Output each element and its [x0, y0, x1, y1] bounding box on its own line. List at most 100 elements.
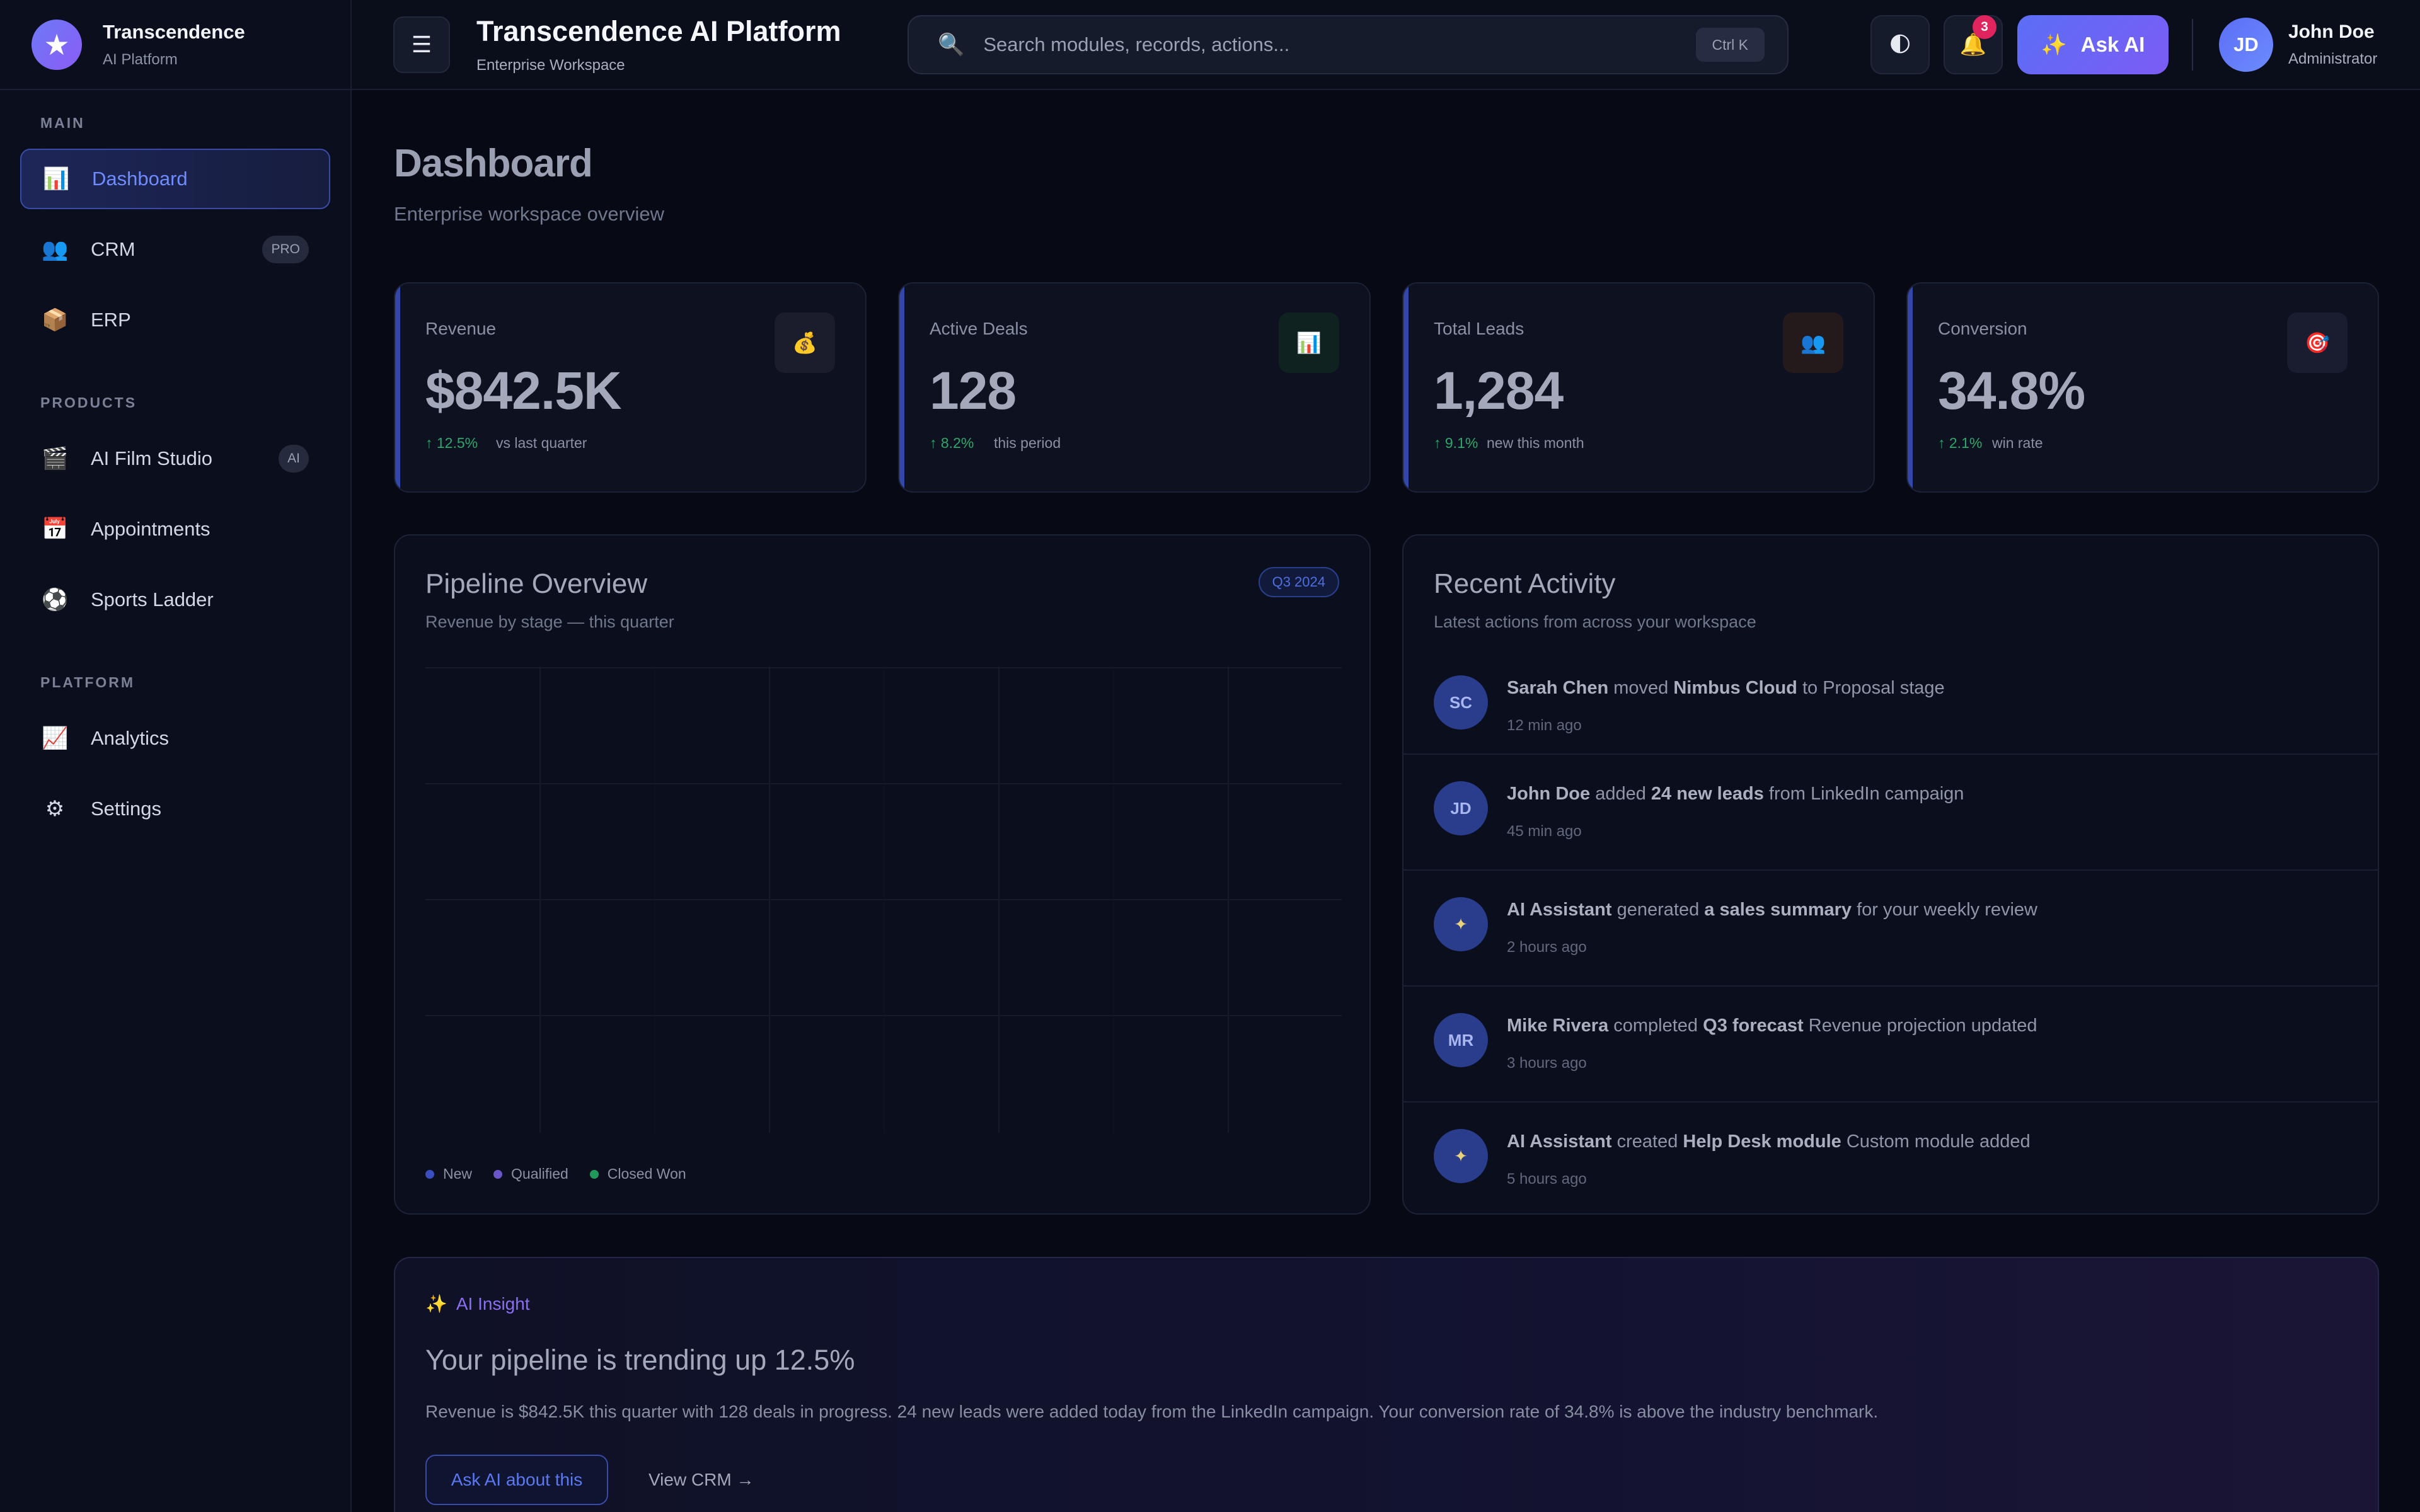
legend-item-closed-won[interactable]: Closed Won [589, 1166, 686, 1183]
target-icon: 🎯 [2287, 312, 2348, 373]
ai-badge: AI [279, 445, 309, 472]
sidebar-item-ai-film-studio[interactable]: 🎬 AI Film Studio AI [20, 428, 330, 489]
legend-item-qualified[interactable]: Qualified [493, 1166, 568, 1183]
legend-label: New [443, 1166, 473, 1182]
search-bar[interactable]: 🔍 Ctrl K [908, 15, 1789, 74]
kpi-card-total-leads[interactable]: Total Leads 1,284 ↑ 9.1% new this month … [1402, 282, 1875, 493]
brand[interactable]: ★ Transcendence AI Platform [0, 0, 350, 90]
kpi-card-conversion[interactable]: Conversion 34.8% ↑ 2.1% win rate 🎯 [1906, 282, 2379, 493]
activity-text: John Doe added 24 new leads from LinkedI… [1507, 784, 1964, 805]
kpi-note: win rate [1992, 435, 2043, 451]
avatar: SC [1434, 675, 1488, 730]
gear-icon: ⚙ [45, 797, 65, 821]
pipeline-chart [425, 667, 1342, 1133]
kpi-note: new this month [1487, 435, 1584, 451]
kpi-label: Total Leads [1434, 319, 1524, 338]
activity-item[interactable]: JD John Doe added 24 new leads from Link… [1403, 753, 2378, 869]
legend-swatch [589, 1169, 599, 1179]
insight-title: Your pipeline is trending up 12.5% [425, 1344, 855, 1376]
panel-subtitle: Latest actions from across your workspac… [1434, 612, 1756, 631]
activity-actor: Sarah Chen [1507, 678, 1609, 698]
brand-subtitle: AI Platform [103, 50, 178, 68]
sidebar-item-sports-ladder[interactable]: ⚽ Sports Ladder [20, 570, 330, 630]
activity-text: AI Assistant created Help Desk module Cu… [1507, 1131, 2031, 1152]
sparkle-icon: ✦ [1434, 1129, 1488, 1183]
avatar: MR [1434, 1013, 1488, 1067]
activity-item[interactable]: MR Mike Rivera completed Q3 forecast Rev… [1403, 985, 2378, 1101]
page-subtitle: Enterprise workspace overview [394, 203, 665, 225]
hamburger-icon: ☰ [411, 32, 432, 57]
calendar-icon: 📅 [42, 517, 69, 541]
sidebar-item-label: ERP [91, 309, 131, 331]
app-title: Transcendence AI Platform [476, 15, 841, 47]
sparkle-icon: ✨ [2041, 32, 2067, 56]
money-bag-icon: 💰 [775, 312, 835, 373]
sidebar-item-settings[interactable]: ⚙ Settings [20, 779, 330, 839]
sidebar-item-erp[interactable]: 📦 ERP [20, 290, 330, 350]
kpi-note: this period [994, 435, 1061, 451]
activity-actor: AI Assistant [1507, 900, 1612, 920]
page-title: Dashboard [394, 142, 593, 185]
kpi-card-revenue[interactable]: Revenue $842.5K ↑ 12.5% vs last quarter … [394, 282, 867, 493]
view-crm-link[interactable]: View CRM → [648, 1470, 754, 1490]
activity-verb: added [1595, 784, 1646, 804]
sidebar-item-dashboard[interactable]: 📊 Dashboard [20, 149, 330, 209]
kpi-value: 1,284 [1434, 361, 1564, 420]
activity-object: Q3 forecast [1703, 1016, 1804, 1036]
avatar: JD [1434, 781, 1488, 835]
ask-ai-label: Ask AI [2080, 33, 2145, 56]
sidebar-item-analytics[interactable]: 📈 Analytics [20, 708, 330, 769]
avatar: JD [2219, 18, 2273, 72]
activity-actor: Mike Rivera [1507, 1016, 1609, 1036]
activity-detail: from LinkedIn campaign [1768, 784, 1964, 804]
topbar: ☰ Transcendence AI Platform Enterprise W… [352, 0, 2420, 90]
sidebar-item-label: CRM [91, 238, 135, 260]
activity-verb: completed [1613, 1016, 1698, 1036]
kpi-delta: ↑ 9.1% [1434, 435, 1478, 451]
people-icon: 👥 [1783, 312, 1843, 373]
activity-item[interactable]: ✦ AI Assistant generated a sales summary… [1403, 869, 2378, 985]
legend-swatch [425, 1169, 434, 1179]
sidebar-item-label: Dashboard [92, 168, 188, 190]
activity-actor: John Doe [1507, 784, 1591, 804]
search-input[interactable] [983, 33, 1696, 56]
activity-text: Sarah Chen moved Nimbus Cloud to Proposa… [1507, 678, 1945, 699]
theme-toggle-button[interactable]: 🌓 [1870, 15, 1930, 74]
sparkle-icon: ✨ [425, 1294, 447, 1314]
kpi-card-active-deals[interactable]: Active Deals 128 ↑ 8.2% this period 📊 [898, 282, 1371, 493]
clapper-icon: 🎬 [42, 447, 69, 471]
activity-verb: created [1616, 1131, 1678, 1152]
activity-time: 12 min ago [1507, 717, 1582, 734]
sidebar-item-label: AI Film Studio [91, 447, 212, 469]
brand-name: Transcendence [103, 20, 245, 43]
sidebar-item-appointments[interactable]: 📅 Appointments [20, 499, 330, 559]
menu-toggle-button[interactable]: ☰ [393, 16, 450, 73]
kpi-value: 34.8% [1938, 361, 2085, 420]
activity-time: 2 hours ago [1507, 939, 1587, 956]
activity-time: 3 hours ago [1507, 1055, 1587, 1072]
nav-heading-main: MAIN [40, 115, 85, 131]
activity-item[interactable]: ✦ AI Assistant created Help Desk module … [1403, 1101, 2378, 1213]
ask-ai-about-this-button[interactable]: Ask AI about this [425, 1455, 608, 1505]
ai-insight-card: ✨ AI Insight Your pipeline is trending u… [394, 1257, 2379, 1512]
app-root: ★ Transcendence AI Platform MAIN 📊 Dashb… [0, 0, 2420, 1512]
notifications-button[interactable]: 🔔 3 [1944, 15, 2003, 74]
ask-ai-button[interactable]: ✨ Ask AI [2017, 15, 2169, 74]
user-role: Administrator [2288, 50, 2378, 67]
period-badge[interactable]: Q3 2024 [1258, 567, 1339, 597]
activity-item[interactable]: SC Sarah Chen moved Nimbus Cloud to Prop… [1403, 649, 2378, 765]
bar-chart-icon: 📊 [1279, 312, 1339, 373]
panel-title: Pipeline Overview [425, 568, 648, 599]
activity-text: Mike Rivera completed Q3 forecast Revenu… [1507, 1016, 2037, 1036]
divider [2192, 19, 2193, 71]
sidebar-item-crm[interactable]: 👥 CRM PRO [20, 219, 330, 280]
activity-text: AI Assistant generated a sales summary f… [1507, 900, 2037, 920]
user-menu[interactable]: JD John Doe Administrator [2219, 18, 2377, 72]
activity-actor: AI Assistant [1507, 1131, 1612, 1152]
insight-body: Revenue is $842.5K this quarter with 128… [425, 1402, 1879, 1421]
line-chart-icon: 📈 [42, 726, 69, 750]
activity-object: 24 new leads [1651, 784, 1764, 804]
legend-item-new[interactable]: New [425, 1166, 472, 1183]
kpi-note: vs last quarter [496, 435, 587, 451]
kpi-label: Active Deals [930, 319, 1028, 338]
